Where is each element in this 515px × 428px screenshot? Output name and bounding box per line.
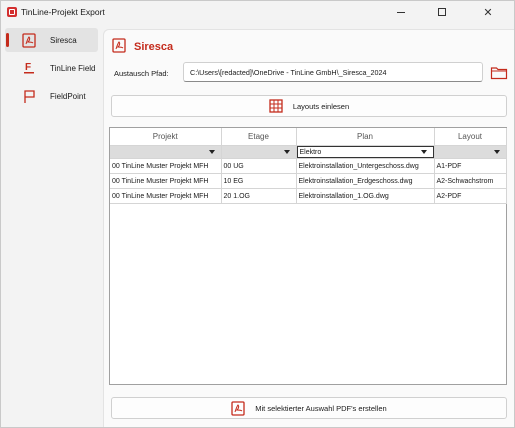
page-title: Siresca bbox=[134, 40, 174, 53]
cell-layout: A1-PDF bbox=[434, 158, 507, 174]
sidebar-item-siresca[interactable]: Siresca bbox=[5, 28, 98, 52]
cell-plan: Elektroinstallation_Erdgeschoss.dwg bbox=[296, 173, 435, 189]
field-logo-icon: F bbox=[21, 60, 37, 76]
maximize-icon bbox=[438, 8, 446, 16]
folder-icon bbox=[490, 65, 508, 82]
page-header: Siresca bbox=[112, 38, 173, 55]
column-header-plan[interactable]: Plan bbox=[296, 128, 435, 146]
path-input[interactable]: C:\Users\[redacted]\OneDrive - TinLine G… bbox=[183, 62, 483, 82]
read-layouts-button[interactable]: Layouts einlesen bbox=[111, 95, 507, 117]
create-pdfs-button[interactable]: Mit selektierter Auswahl PDF's erstellen bbox=[111, 397, 507, 419]
pdf-icon bbox=[21, 32, 37, 48]
filter-layout[interactable] bbox=[434, 145, 507, 159]
close-icon: ✕ bbox=[483, 6, 493, 19]
cell-projekt: 00 TinLine Muster Projekt MFH bbox=[110, 158, 222, 174]
filter-plan-value: Elektro bbox=[299, 148, 322, 156]
filter-etage[interactable] bbox=[221, 145, 297, 159]
dropdown-arrow-icon bbox=[493, 150, 500, 154]
minimize-button[interactable] bbox=[384, 1, 418, 23]
dropdown-arrow-icon bbox=[283, 150, 290, 154]
create-pdfs-label: Mit selektierter Auswahl PDF's erstellen bbox=[255, 403, 387, 413]
sidebar-item-label: Siresca bbox=[50, 35, 77, 45]
cell-etage: 20 1.OG bbox=[221, 188, 297, 204]
title-bar: TinLine-Projekt Export ✕ bbox=[1, 1, 514, 23]
pdf-icon bbox=[112, 38, 126, 55]
svg-text:F: F bbox=[25, 62, 31, 73]
sidebar-item-label: TinLine Field bbox=[50, 63, 96, 73]
minimize-icon bbox=[397, 11, 405, 13]
layouts-table: Projekt Etage Plan Layout Elektro 00 Tin… bbox=[110, 128, 507, 204]
filter-row: Elektro bbox=[110, 145, 507, 159]
maximize-button[interactable] bbox=[425, 1, 459, 23]
table-icon bbox=[269, 99, 283, 113]
cell-layout: A2-Schwachstrom bbox=[434, 173, 507, 189]
app-window: TinLine-Projekt Export ✕ Siresca F TinLi… bbox=[0, 0, 515, 428]
column-header-etage[interactable]: Etage bbox=[221, 128, 297, 146]
table-row[interactable]: 00 TinLine Muster Projekt MFH 20 1.OG El… bbox=[110, 188, 507, 204]
path-label: Austausch Pfad: bbox=[114, 69, 169, 78]
filter-projekt[interactable] bbox=[110, 145, 222, 159]
dropdown-arrow-icon bbox=[420, 150, 427, 154]
sidebar-item-tinline-field[interactable]: F TinLine Field bbox=[5, 56, 98, 80]
flag-icon bbox=[21, 88, 37, 104]
table-row[interactable]: 00 TinLine Muster Projekt MFH 00 UG Elek… bbox=[110, 158, 507, 174]
cell-plan: Elektroinstallation_Untergeschoss.dwg bbox=[296, 158, 435, 174]
table-row[interactable]: 00 TinLine Muster Projekt MFH 10 EG Elek… bbox=[110, 173, 507, 189]
cell-layout: A2-PDF bbox=[434, 188, 507, 204]
app-icon bbox=[7, 7, 17, 17]
read-layouts-label: Layouts einlesen bbox=[292, 101, 350, 111]
layouts-grid[interactable]: Projekt Etage Plan Layout Elektro 00 Tin… bbox=[109, 127, 507, 385]
dropdown-arrow-icon bbox=[208, 150, 215, 154]
sidebar-item-fieldpoint[interactable]: FieldPoint bbox=[5, 84, 98, 108]
close-button[interactable]: ✕ bbox=[471, 1, 505, 23]
cell-etage: 10 EG bbox=[221, 173, 297, 189]
column-header-layout[interactable]: Layout bbox=[434, 128, 507, 146]
filter-plan[interactable]: Elektro bbox=[296, 145, 435, 159]
window-title: TinLine-Projekt Export bbox=[21, 7, 105, 17]
active-indicator bbox=[6, 33, 9, 47]
cell-projekt: 00 TinLine Muster Projekt MFH bbox=[110, 173, 222, 189]
browse-folder-button[interactable] bbox=[489, 63, 509, 83]
cell-plan: Elektroinstallation_1.OG.dwg bbox=[296, 188, 435, 204]
cell-projekt: 00 TinLine Muster Projekt MFH bbox=[110, 188, 222, 204]
pdf-icon bbox=[231, 400, 245, 416]
sidebar-item-label: FieldPoint bbox=[50, 91, 86, 101]
cell-etage: 00 UG bbox=[221, 158, 297, 174]
column-header-projekt[interactable]: Projekt bbox=[110, 128, 222, 146]
